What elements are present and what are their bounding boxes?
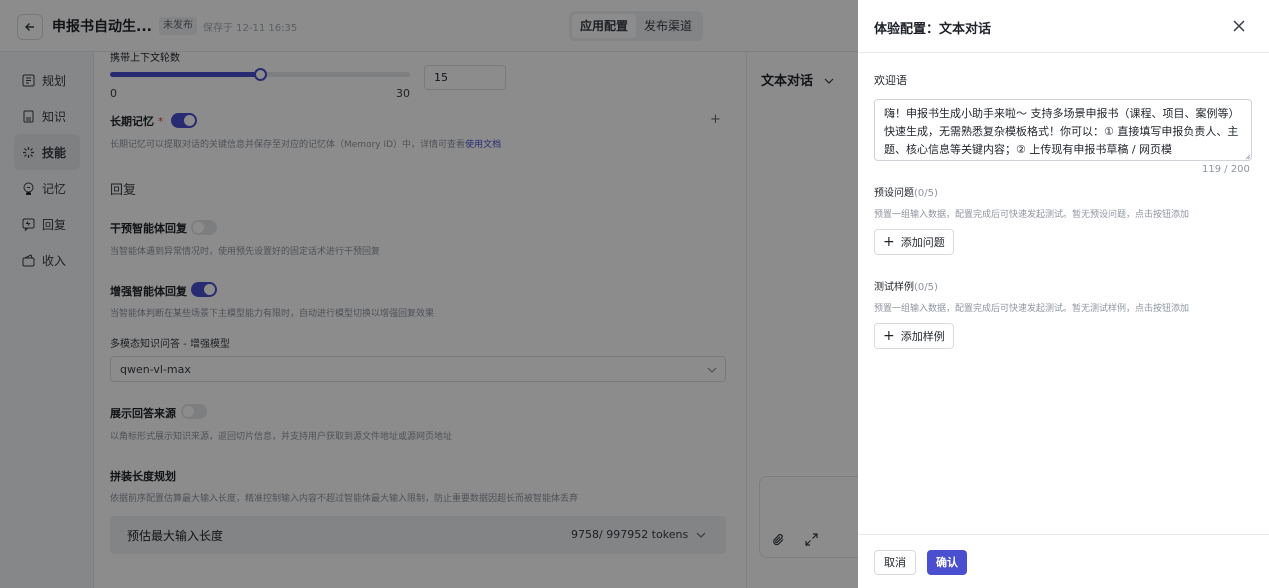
plus-icon: +: [883, 234, 895, 250]
drawer-header: 体验配置：文本对话: [858, 0, 1269, 53]
preset-count: (0/5): [914, 188, 938, 199]
cancel-button[interactable]: 取消: [874, 550, 916, 575]
confirm-button[interactable]: 确认: [927, 550, 967, 575]
add-question-label: 添加问题: [900, 236, 945, 249]
sample-label-text: 测试样例: [874, 282, 914, 293]
welcome-char-count: 119 / 200: [1202, 164, 1250, 175]
welcome-label: 欢迎语: [874, 74, 907, 87]
plus-icon: +: [883, 328, 895, 344]
sample-count: (0/5): [914, 282, 938, 293]
sample-label: 测试样例(0/5): [874, 278, 938, 293]
experience-config-drawer: 体验配置：文本对话 欢迎语 嗨！申报书生成小助手来啦～ 支持多场景申报书（课程、…: [858, 0, 1269, 588]
close-icon[interactable]: [1232, 19, 1246, 33]
drawer-title: 体验配置：文本对话: [874, 22, 992, 37]
add-sample-button[interactable]: + 添加样例: [874, 323, 954, 349]
preset-label-text: 预设问题: [874, 188, 914, 199]
modal-overlay[interactable]: [0, 0, 858, 588]
sample-desc: 预置一组输入数据，配置完成后可快速发起测试。暂无测试样例，点击按钮添加: [874, 304, 1190, 314]
preset-label: 预设问题(0/5): [874, 184, 938, 199]
resize-handle-icon[interactable]: [1245, 154, 1251, 160]
welcome-textarea[interactable]: 嗨！申报书生成小助手来啦～ 支持多场景申报书（课程、项目、案例等）快速生成，无需…: [874, 99, 1252, 161]
add-question-button[interactable]: + 添加问题: [874, 229, 954, 255]
drawer-footer: 取消 确认: [858, 534, 1269, 588]
add-sample-label: 添加样例: [900, 330, 945, 343]
preset-desc: 预置一组输入数据，配置完成后可快速发起测试。暂无预设问题，点击按钮添加: [874, 210, 1190, 220]
